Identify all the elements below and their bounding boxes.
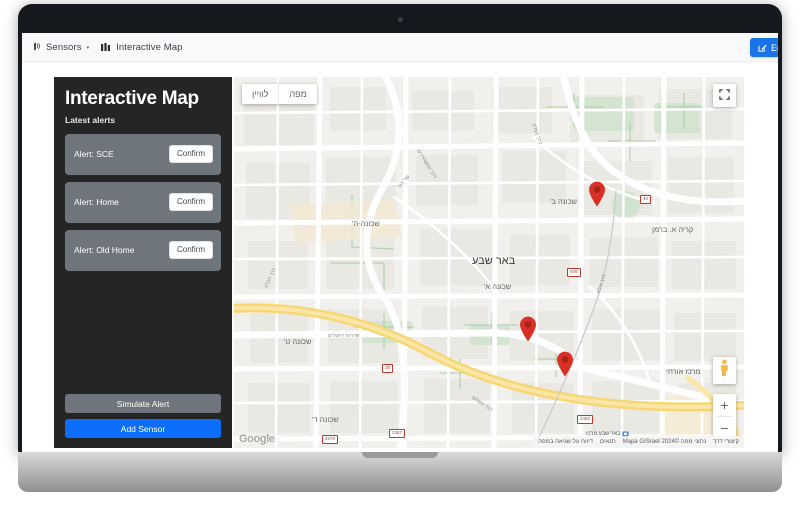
fullscreen-expand-icon	[719, 87, 730, 105]
panel-subtitle: Latest alerts	[65, 115, 221, 125]
alert-card[interactable]: Alert: SCE Confirm	[65, 134, 221, 175]
alerts-panel: Interactive Map Latest alerts Alert: SCE…	[54, 77, 232, 448]
panel-spacer	[65, 271, 221, 394]
alert-card[interactable]: Alert: Home Confirm	[65, 182, 221, 223]
device-mockup: Sensors ▾ Interactive Map	[0, 0, 800, 507]
chart-bars-icon	[101, 43, 111, 52]
add-sensor-button[interactable]: Add Sensor	[65, 419, 221, 438]
laptop-base	[18, 452, 782, 492]
attribution-shortcuts[interactable]: קיצורי דרך	[713, 439, 739, 445]
edit-button[interactable]: Ed	[750, 38, 778, 57]
confirm-button[interactable]: Confirm	[169, 241, 213, 259]
street-view-button[interactable]	[713, 357, 736, 384]
webcam-dot	[398, 17, 403, 22]
zoom-controls: + −	[713, 394, 736, 439]
navbar: Sensors ▾ Interactive Map	[22, 33, 778, 62]
nav-label-sensors: Sensors	[46, 42, 82, 53]
map-type-control: מפה לוויין	[242, 84, 317, 104]
attribution-report-error[interactable]: דיווח על שגיאה במפה	[538, 439, 593, 445]
app-body: Interactive Map Latest alerts Alert: SCE…	[22, 62, 778, 452]
confirm-button[interactable]: Confirm	[169, 145, 213, 163]
laptop-base-notch	[362, 452, 438, 458]
page-title: Interactive Map	[65, 89, 221, 110]
google-watermark: Google	[239, 433, 275, 445]
road-shield: 4270	[322, 435, 338, 444]
road-shield: 40	[640, 195, 651, 204]
nav-item-sensors[interactable]: Sensors ▾	[32, 42, 89, 53]
nav-label-interactive-map: Interactive Map	[116, 42, 182, 53]
attribution-map-data: נתוני מפה ©2024 Mapa GISrael	[623, 439, 706, 445]
zoom-in-button[interactable]: +	[713, 394, 736, 416]
sensor-icon	[32, 42, 41, 52]
screen: Sensors ▾ Interactive Map	[22, 33, 778, 452]
marker-home[interactable]	[519, 316, 537, 342]
alert-label: Alert: SCE	[74, 149, 114, 159]
panel-actions: Simulate Alert Add Sensor	[65, 394, 221, 438]
attribution-terms[interactable]: תנאים	[600, 439, 616, 445]
road-shield: 2357	[389, 429, 405, 438]
alert-card[interactable]: Alert: Old Home Confirm	[65, 230, 221, 271]
map-tiles	[234, 77, 744, 448]
map-type-button-map[interactable]: מפה	[279, 84, 316, 104]
alert-label: Alert: Old Home	[74, 245, 134, 255]
chevron-down-icon: ▾	[87, 46, 90, 51]
edit-button-label: Ed	[771, 43, 778, 53]
fullscreen-button[interactable]	[713, 84, 736, 107]
road-shield: 2452	[577, 415, 593, 424]
map-container[interactable]: באר שבע שכונה ב' שכונה-ה' שכונה א' שכונה…	[234, 77, 744, 448]
road-shield: 406	[567, 268, 581, 277]
map-type-button-satellite[interactable]: לוויין	[242, 84, 279, 104]
alert-label: Alert: Home	[74, 197, 119, 207]
map-attribution: קיצורי דרך נתוני מפה ©2024 Mapa GISrael …	[533, 436, 744, 448]
simulate-alert-button[interactable]: Simulate Alert	[65, 394, 221, 413]
road-shield: 25	[382, 364, 393, 373]
marker-sce[interactable]	[588, 181, 606, 207]
alerts-list: Alert: SCE Confirm Alert: Home Confirm A…	[65, 134, 221, 271]
marker-old-home[interactable]	[556, 351, 574, 377]
pegman-icon	[718, 359, 731, 382]
nav-item-interactive-map[interactable]: Interactive Map	[101, 42, 182, 53]
confirm-button[interactable]: Confirm	[169, 193, 213, 211]
pencil-square-icon	[758, 39, 767, 57]
